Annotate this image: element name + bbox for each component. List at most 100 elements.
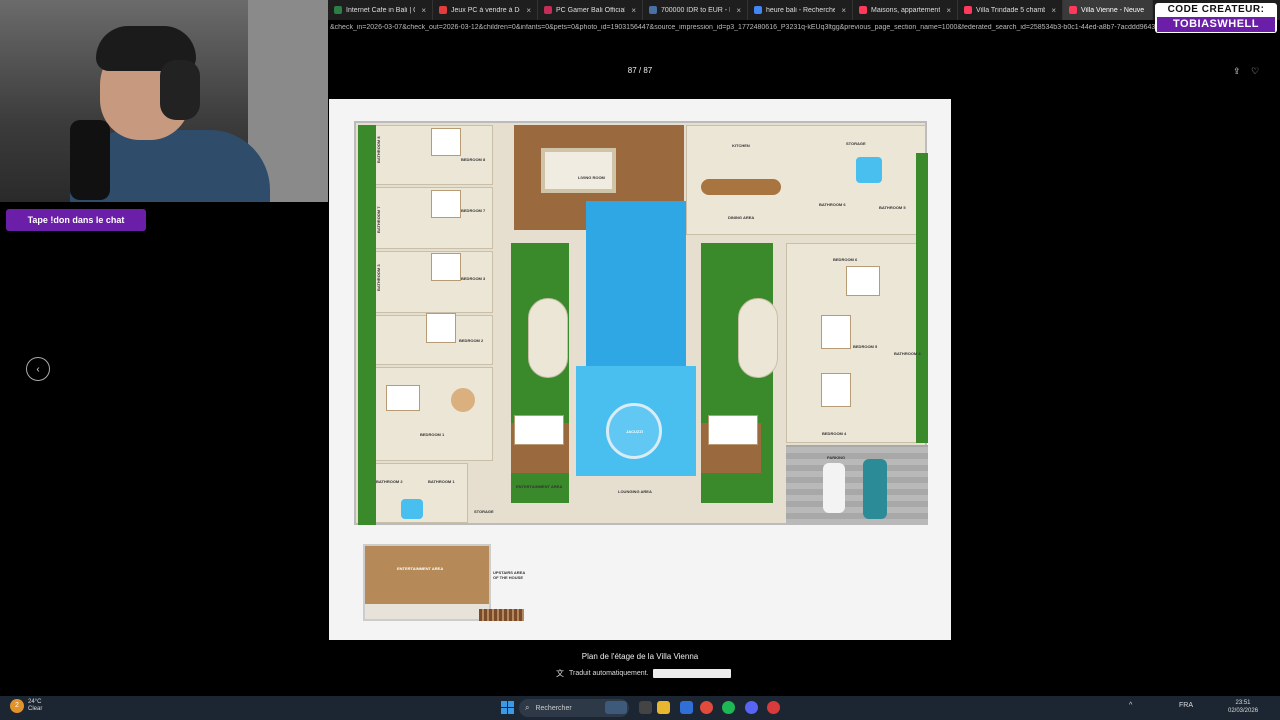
clock-date: 02/03/2026	[1228, 708, 1259, 714]
left-garden-strip	[358, 125, 376, 525]
tab-label: Maisons, appartements et...	[871, 6, 941, 14]
auto-translated-label: Traduit automatiquement.	[569, 669, 649, 677]
tab-label: PC Gamer Bali Official | R...	[556, 6, 626, 14]
show-original-button[interactable]	[652, 668, 731, 678]
bed	[426, 313, 456, 343]
previous-photo-button[interactable]: ‹	[26, 357, 50, 381]
share-icon[interactable]: ⇪	[1233, 66, 1241, 77]
headset	[160, 60, 200, 120]
close-icon[interactable]: ×	[1051, 6, 1056, 15]
label-living-room: LIVING ROOM	[578, 175, 605, 180]
bed	[821, 373, 851, 407]
translation-notice: 文 Traduit automatiquement.	[556, 668, 731, 678]
store-icon[interactable]	[680, 701, 693, 714]
close-icon[interactable]: ×	[631, 6, 636, 15]
label-storage-bottom: STORAGE	[474, 509, 494, 514]
floor-plan-image: BEDROOM 8 BEDROOM 7 BEDROOM 3 BEDROOM 2 …	[329, 99, 951, 640]
task-view-icon[interactable]	[639, 701, 652, 714]
microphone	[70, 120, 110, 200]
label-bedroom-4: BEDROOM 4	[822, 431, 847, 436]
bed	[821, 315, 851, 349]
webcam-overlay	[0, 0, 328, 202]
bed	[846, 266, 880, 296]
label-bedroom-8: BEDROOM 8	[461, 157, 486, 162]
tab-0[interactable]: Internet Cafe in Bali | CY... ×	[328, 0, 433, 20]
tray-overflow-icon[interactable]: ^	[1129, 702, 1132, 709]
close-icon[interactable]: ×	[526, 6, 531, 15]
file-explorer-icon[interactable]	[657, 701, 670, 714]
search-placeholder: Rechercher	[535, 704, 572, 712]
spotify-icon[interactable]	[722, 701, 735, 714]
tab-4[interactable]: heure bali - Recherche G... ×	[748, 0, 853, 20]
swimming-pool	[586, 201, 686, 366]
bed	[431, 128, 461, 156]
tab-strip: Internet Cafe in Bali | CY... × Jeux PC à…	[328, 0, 1280, 20]
bed	[431, 253, 461, 281]
label-jacuzzi: JACUZZI	[626, 429, 643, 434]
language-indicator[interactable]: FRA	[1179, 702, 1193, 709]
favicon	[649, 6, 657, 14]
label-dining-area: DINING AREA	[728, 215, 755, 220]
round-rug	[451, 388, 475, 412]
bedroom-1-room	[358, 367, 493, 461]
label-bedroom-1: BEDROOM 1	[420, 432, 445, 437]
heart-icon[interactable]: ♡	[1251, 66, 1259, 77]
bathroom-6-tub	[856, 157, 882, 183]
bathroom-tub	[401, 499, 423, 519]
label-bedroom-5: BEDROOM 5	[853, 344, 878, 349]
close-icon[interactable]: ×	[736, 6, 741, 15]
favicon	[859, 6, 867, 14]
weather-temperature: 24°C	[28, 699, 42, 705]
app-icon[interactable]	[767, 701, 780, 714]
search-icon: ⌕	[525, 703, 530, 712]
tab-7-active[interactable]: Villa Vienne - Neuve 8 Ch...	[1063, 0, 1153, 20]
tab-label: Villa Trindade 5 chambres...	[976, 6, 1046, 14]
close-icon[interactable]: ×	[421, 6, 426, 15]
system-clock[interactable]: 23:51 02/03/2026	[1228, 699, 1258, 715]
translate-icon: 文	[556, 668, 564, 678]
photo-counter: 87 / 87	[627, 66, 653, 75]
tab-label: Villa Vienne - Neuve 8 Ch...	[1081, 6, 1146, 14]
favicon	[1069, 6, 1077, 14]
windows-start-icon[interactable]	[501, 701, 514, 714]
bed	[431, 190, 461, 218]
tab-label: Internet Cafe in Bali | CY...	[346, 6, 415, 14]
daybed-right	[708, 415, 758, 445]
chrome-icon[interactable]	[700, 701, 713, 714]
label-bathroom-1: BATHROOM 1	[428, 479, 455, 484]
label-bathroom-6: BATHROOM 6	[819, 202, 846, 207]
creator-code-title: CODE CREATEUR:	[1167, 4, 1265, 15]
label-bathroom-2: BATHROOM 2	[376, 479, 403, 484]
label-upstairs-entertainment: ENTERTAINMENT AREA	[397, 566, 444, 571]
chevron-left-icon: ‹	[36, 363, 40, 375]
upstairs-entertainment-area: ENTERTAINMENT AREA	[363, 544, 491, 621]
weather-badge: 2	[15, 702, 19, 709]
label-bedroom-6: BEDROOM 6	[833, 257, 858, 262]
label-lounging-area: LOUNGING AREA	[618, 489, 652, 494]
label-bathroom-3: BATHROOM 3	[376, 264, 381, 291]
label-bedroom-7: BEDROOM 7	[461, 208, 486, 213]
tab-2[interactable]: PC Gamer Bali Official | R... ×	[538, 0, 643, 20]
label-bathroom-8: BATHROOM 8	[376, 136, 381, 163]
left-lounge-patio	[528, 298, 568, 378]
widget-thumbnail-icon[interactable]	[605, 701, 627, 714]
label-parking: PARKING	[827, 455, 846, 460]
label-bathroom-5: BATHROOM 5	[879, 205, 906, 210]
close-icon[interactable]: ×	[946, 6, 951, 15]
parking-area	[786, 445, 928, 525]
label-storage: STORAGE	[846, 141, 866, 146]
tab-1[interactable]: Jeux PC à vendre à Denpa... ×	[433, 0, 538, 20]
address-bar[interactable]: &check_in=2026-03-07&check_out=2026-03-1…	[328, 24, 1280, 38]
clock-time: 23:51	[1235, 700, 1251, 706]
label-bathroom-7: BATHROOM 7	[376, 206, 381, 233]
close-icon[interactable]: ×	[841, 6, 846, 15]
tab-6[interactable]: Villa Trindade 5 chambres... ×	[958, 0, 1063, 20]
dining-table	[701, 179, 781, 195]
label-upstairs: UPSTAIRS AREA OF THE HOUSE	[493, 570, 525, 580]
discord-icon[interactable]	[745, 701, 758, 714]
weather-widget[interactable]: 2 24°C Clear	[10, 699, 42, 713]
favicon	[964, 6, 972, 14]
tab-5[interactable]: Maisons, appartements et... ×	[853, 0, 958, 20]
windows-taskbar: 2 24°C Clear ⌕ Rechercher ^ FRA 23:51 02/…	[0, 696, 1280, 720]
tab-3[interactable]: 700000 IDR to EUR - Rou... ×	[643, 0, 748, 20]
